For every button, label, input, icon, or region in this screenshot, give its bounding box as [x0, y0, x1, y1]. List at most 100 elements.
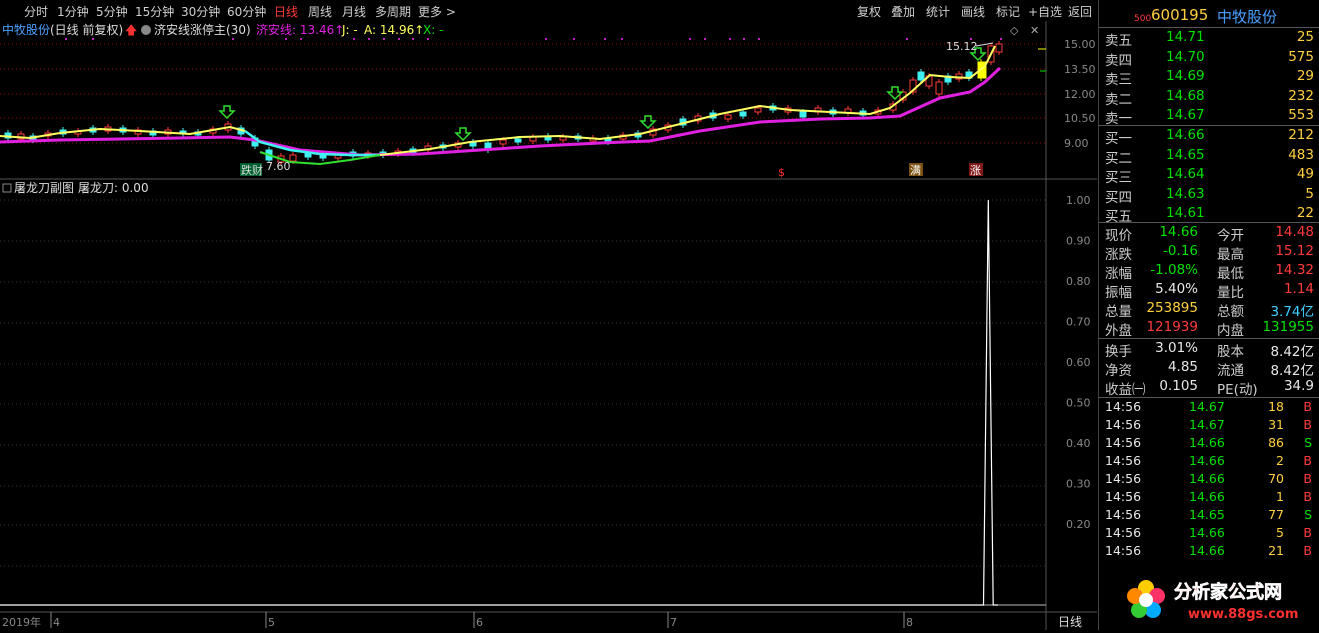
- period-label[interactable]: 日线: [1058, 615, 1082, 629]
- trade-tick-row: 14:56 14.66 2 B: [1099, 453, 1319, 472]
- draw-button[interactable]: 画线: [961, 3, 985, 20]
- tick-side: B: [1303, 471, 1312, 486]
- bid-level-label: 买二: [1105, 150, 1132, 167]
- tag-label: 满: [910, 164, 921, 177]
- period-tab-fenshi[interactable]: 分时: [24, 3, 48, 20]
- tick-time: 14:56: [1105, 435, 1142, 450]
- tick-side: S: [1304, 507, 1312, 522]
- stat-label: 流通: [1217, 363, 1244, 379]
- watermark-url: www.88gs.com: [1188, 607, 1298, 622]
- tick-volume: 1: [1276, 489, 1284, 504]
- bid-volume: 212: [1288, 127, 1314, 143]
- fuquan-button[interactable]: 复权: [857, 3, 881, 20]
- sub-indicator-name: 屠龙刀副图: [14, 181, 74, 195]
- up-arrow-icon: 🡅: [125, 23, 137, 37]
- bid-price: 14.66: [1166, 127, 1205, 143]
- ask-row: 卖一 14.67 553: [1099, 107, 1319, 127]
- tag-label: 跌财: [241, 163, 263, 177]
- more-menu[interactable]: 更多 >: [418, 3, 456, 20]
- stat-value: 3.01%: [1155, 340, 1198, 356]
- stat-value: 5.40%: [1155, 281, 1198, 297]
- tick-side: B: [1303, 399, 1312, 414]
- x-tick: 8: [906, 616, 913, 629]
- y-tick-sub: 1.00: [1066, 194, 1091, 207]
- watermark: 分析家公式网 www.88gs.com: [1118, 572, 1318, 630]
- y-tick-sub: 0.70: [1066, 316, 1091, 329]
- tick-price: 14.66: [1189, 435, 1225, 450]
- stat-label: 振幅: [1105, 285, 1132, 301]
- stat-value: 131955: [1262, 319, 1314, 335]
- stats-button[interactable]: 统计: [926, 3, 950, 20]
- bid-volume: 483: [1288, 146, 1314, 163]
- indicator-menu-icon[interactable]: [141, 25, 151, 35]
- stat-label: 净资: [1105, 363, 1132, 379]
- stat-label: 最低: [1217, 266, 1244, 282]
- bid-volume: 5: [1305, 185, 1314, 202]
- x-value: X: -: [423, 23, 443, 37]
- tick-price: 14.66: [1189, 471, 1225, 486]
- mark-button[interactable]: 标记: [996, 3, 1020, 20]
- trade-tick-row: 14:56 14.67 18 B: [1099, 399, 1319, 418]
- stat-value: 14.48: [1275, 224, 1314, 240]
- bid-price: 14.61: [1166, 205, 1205, 221]
- period-tab-5min[interactable]: 5分钟: [96, 3, 128, 20]
- stat-value: 0.105: [1159, 378, 1198, 394]
- period-tab-1min[interactable]: 1分钟: [57, 3, 89, 20]
- stat-label: 涨跌: [1105, 247, 1132, 263]
- toolbar: 分时 1分钟 5分钟 15分钟 30分钟 60分钟 日线 周线 月线 多周期 更…: [0, 0, 1097, 22]
- stock-code: 600195: [1151, 6, 1209, 24]
- stat-value: -1.08%: [1150, 262, 1198, 278]
- settings-icon[interactable]: ◇: [1010, 24, 1019, 37]
- quote-panel: 500 600195 中牧股份 卖五 14.71 25 卖四 14.70 575 卖三 14.…: [1098, 0, 1319, 630]
- close-icon[interactable]: ✕: [1030, 24, 1039, 37]
- market-code: 500: [1134, 14, 1152, 24]
- ask-row: 卖三 14.69 29: [1099, 68, 1319, 88]
- y-tick-main: 13.50: [1064, 63, 1096, 76]
- stat-value: 15.12: [1275, 243, 1314, 259]
- back-button[interactable]: 返回: [1068, 3, 1092, 20]
- bid-level-label: 买四: [1105, 189, 1132, 206]
- tick-time: 14:56: [1105, 417, 1142, 432]
- y-tick-sub: 0.20: [1066, 518, 1091, 531]
- jianxian-value: 济安线: 13.46↑: [256, 22, 344, 37]
- y-tick-sub: 0.40: [1066, 437, 1091, 450]
- tick-time: 14:56: [1105, 543, 1142, 558]
- stock-name-label: 中牧股份: [2, 22, 50, 37]
- tick-side: B: [1303, 417, 1312, 432]
- bid-level-label: 买一: [1105, 131, 1132, 147]
- period-tab-weekly[interactable]: 周线: [308, 3, 332, 20]
- period-tab-15min[interactable]: 15分钟: [135, 3, 174, 20]
- ask-level-label: 卖三: [1105, 72, 1132, 88]
- overlay-button[interactable]: 叠加: [891, 3, 915, 20]
- tag-label: 涨: [970, 164, 981, 177]
- bid-row: 买三 14.64 49: [1099, 166, 1319, 186]
- bid-volume: 49: [1296, 166, 1314, 182]
- y-tick-main: 15.00: [1064, 38, 1096, 51]
- tick-side: B: [1303, 543, 1312, 558]
- y-tick-sub: 0.60: [1066, 356, 1091, 369]
- period-tab-multi[interactable]: 多周期: [375, 3, 411, 20]
- tick-price: 14.66: [1189, 543, 1225, 558]
- x-tick: 7: [670, 616, 677, 629]
- stat-label: 股本: [1217, 344, 1244, 360]
- tick-volume: 70: [1268, 471, 1284, 486]
- tick-time: 14:56: [1105, 399, 1142, 414]
- tick-price: 14.66: [1189, 525, 1225, 540]
- ask-level-label: 卖一: [1105, 111, 1132, 127]
- stat-row: 总量 253895 总额 3.74亿: [1099, 300, 1319, 320]
- period-tab-60min[interactable]: 60分钟: [227, 3, 266, 20]
- period-tab-monthly[interactable]: 月线: [342, 3, 366, 20]
- tick-side: B: [1303, 525, 1312, 540]
- stat-value: 253895: [1146, 300, 1198, 316]
- tick-time: 14:56: [1105, 453, 1142, 468]
- y-tick-sub: 0.80: [1066, 275, 1091, 288]
- tick-price: 14.65: [1189, 507, 1225, 522]
- y-tick-sub: 0.50: [1066, 397, 1091, 410]
- trade-tick-row: 14:56 14.66 21 B: [1099, 543, 1319, 562]
- period-tab-30min[interactable]: 30分钟: [181, 3, 220, 20]
- add-favorite-button[interactable]: +自选: [1028, 3, 1062, 20]
- period-tab-daily[interactable]: 日线: [274, 3, 298, 20]
- y-tick-sub: 0.30: [1066, 478, 1091, 491]
- tick-volume: 18: [1268, 399, 1284, 414]
- chart-area[interactable]: 中牧股份 (日线 前复权) 🡅 济安线涨停主(30) 济安线: 13.46↑ J…: [0, 21, 1097, 630]
